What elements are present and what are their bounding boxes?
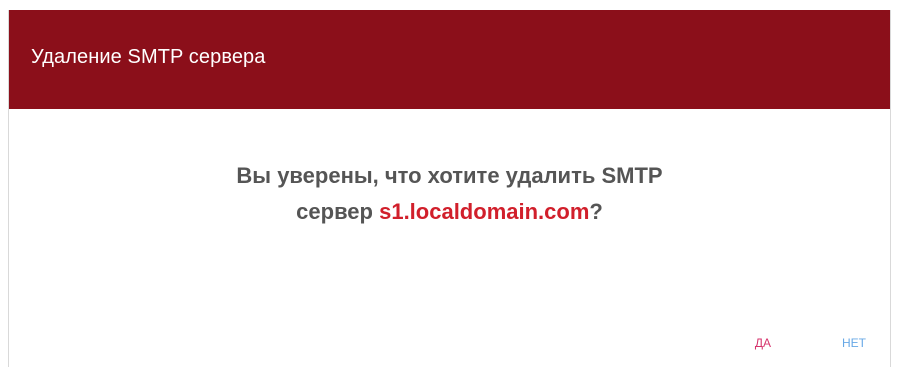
message-line-1: Вы уверены, что хотите удалить SMTP xyxy=(236,163,663,188)
dialog-actions: ДА НЕТ xyxy=(747,319,890,367)
delete-smtp-dialog: Удаление SMTP сервера Вы уверены, что хо… xyxy=(8,10,891,367)
dialog-message: Вы уверены, что хотите удалить SMTP серв… xyxy=(9,158,890,230)
message-line-2: сервер s1.localdomain.com? xyxy=(9,194,890,230)
message-suffix: ? xyxy=(589,199,603,224)
no-button[interactable]: НЕТ xyxy=(834,330,874,356)
dialog-header: Удаление SMTP сервера xyxy=(9,10,890,109)
yes-button[interactable]: ДА xyxy=(747,330,779,356)
message-prefix: сервер xyxy=(296,199,380,224)
server-name: s1.localdomain.com xyxy=(379,199,590,224)
dialog-title: Удаление SMTP сервера xyxy=(31,45,266,68)
